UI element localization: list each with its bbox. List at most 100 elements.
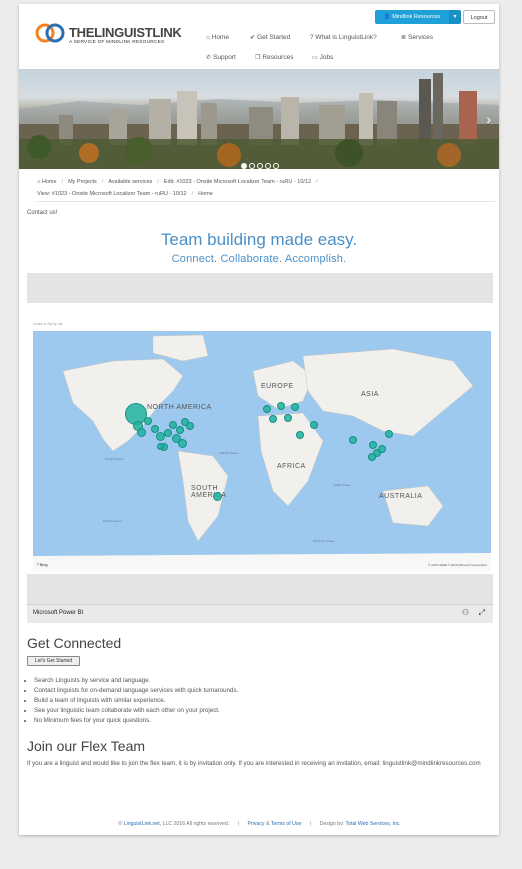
bing-label: Bing (39, 562, 48, 567)
map-bubble[interactable] (178, 439, 187, 448)
city-skyline-image (19, 73, 499, 169)
map-bubble[interactable] (368, 453, 376, 461)
list-icon: ≣ (401, 35, 407, 41)
nav-services-label: Services (408, 34, 433, 41)
map-label: Pacific Ocean (103, 519, 122, 523)
designer-link[interactable]: Total Web Services, Inc (345, 821, 399, 827)
nav-home[interactable]: ⌂ Home (206, 34, 229, 41)
map-bubble[interactable] (157, 443, 164, 450)
nav-support-label: Support (213, 54, 236, 61)
flex-team-text: If you are a linguist and would like to … (27, 760, 481, 767)
powerbi-footer-bar: Microsoft Power BI ⚇ ⤢ (27, 604, 493, 623)
world-landmass (33, 334, 491, 571)
lets-get-started-button[interactable]: Let's Get Started (27, 656, 80, 666)
nav-resources-label: Resources (262, 54, 294, 61)
privacy-link[interactable]: Privacy (248, 821, 265, 827)
share-icon[interactable]: ⚇ (462, 608, 469, 617)
copyright-suffix: , LLC 2016 All rights reserved. (159, 821, 230, 827)
map-bubble[interactable] (137, 428, 146, 437)
nav-home-label: Home (211, 34, 229, 41)
list-item: No Minimum fees for your quick questions… (34, 716, 238, 726)
terms-link[interactable]: Terms of Use (271, 821, 302, 827)
logo-brand: THELINGUISTLINK (69, 25, 182, 40)
carousel-dot[interactable] (249, 163, 255, 169)
list-item: Search Linguists by service and language… (34, 676, 238, 686)
map-label: Pacific Ocean (105, 457, 124, 461)
user-icon: 👤 (383, 14, 391, 20)
logout-button[interactable]: Logout (463, 10, 495, 24)
map-bubble[interactable] (369, 441, 377, 449)
map-label: AUSTRALIA (379, 493, 423, 500)
page-container: THELINGUISTLINK A SERVICE OF MINDLINK RE… (19, 4, 499, 835)
map-label: Southern Ocean (313, 539, 335, 543)
powerbi-footer-spacer (27, 574, 493, 604)
caret-down-icon: ▾ (453, 14, 457, 20)
carousel-indicators (241, 156, 281, 169)
breadcrumb-item[interactable]: Home (42, 179, 57, 185)
map-bubble[interactable] (186, 422, 194, 430)
chevron-right-icon[interactable]: › (486, 111, 491, 127)
breadcrumb-item[interactable]: Available services (108, 179, 152, 185)
breadcrumb: ⌂ Home / My Projects / Available services / Ed… (37, 179, 318, 197)
nav-services[interactable]: ≣ Services (401, 34, 433, 41)
carousel-dot[interactable] (257, 163, 263, 169)
laptop-icon: ▭ (312, 55, 318, 61)
fullscreen-icon[interactable]: ⤢ (479, 608, 485, 618)
breadcrumb-item[interactable]: Edit: #1023 - Onsite Microsoft Localizer… (164, 179, 311, 185)
map-bubble[interactable] (291, 403, 299, 411)
map-label: AFRICA (277, 463, 306, 470)
feature-list: Search Linguists by service and language… (27, 676, 238, 726)
map-label: NORTH AMERICA (147, 404, 212, 411)
map-bubble[interactable] (144, 417, 152, 425)
nav-jobs[interactable]: ▭ Jobs (312, 54, 333, 61)
site-link[interactable]: LinguistLink.net (124, 821, 160, 827)
map-bubble[interactable] (349, 436, 357, 444)
powerbi-title[interactable]: Microsoft Power BI (33, 610, 83, 616)
logo-tagline: A SERVICE OF MINDLINK RESOURCES (69, 40, 165, 45)
map-bubble[interactable] (284, 414, 292, 422)
map-label: EUROPE (261, 383, 294, 390)
breadcrumb-item[interactable]: View: #1023 - Onsite Microsoft Localizer… (37, 191, 187, 197)
mindlink-dropdown-toggle[interactable]: ▾ (449, 10, 461, 24)
book-icon: ❐ (255, 55, 261, 61)
world-map[interactable]: NORTH AMERICA EUROPE ASIA AFRICA SOUTH A… (33, 331, 491, 571)
map-bubble[interactable] (296, 431, 304, 439)
visual-caption: Count of zip by city (33, 322, 63, 326)
carousel-dot[interactable] (241, 163, 247, 169)
design-prefix: Design by: (319, 821, 346, 827)
map-bubble[interactable] (310, 421, 318, 429)
mindlink-label: Mindlink Resources (392, 14, 441, 20)
bing-logo: ᵇ Bing (37, 562, 48, 567)
breadcrumb-item-current: Home (198, 191, 213, 197)
map-bubble[interactable] (378, 445, 386, 453)
flex-team-heading: Join our Flex Team (27, 738, 146, 754)
map-bubble[interactable] (277, 402, 285, 410)
list-item: Contact linguists for on-demand language… (34, 686, 238, 696)
contact-link[interactable]: Contact us! (27, 210, 57, 216)
hero-carousel[interactable]: › (19, 69, 499, 169)
nav-jobs-label: Jobs (319, 54, 334, 61)
nav-what-is[interactable]: ? What is LinguistLink? (310, 34, 377, 41)
map-bubble[interactable] (263, 405, 271, 413)
divider (37, 201, 495, 202)
page-subheadline: Connect. Collaborate. Accomplish. (171, 253, 347, 265)
home-icon: ⌂ (206, 35, 210, 41)
map-bubble[interactable] (385, 430, 393, 438)
nav-support[interactable]: ✆ Support (206, 54, 236, 61)
map-label: ASIA (361, 391, 379, 398)
mindlink-resources-button[interactable]: 👤 Mindlink Resources (375, 10, 449, 24)
map-label: Atlantic Ocean (219, 451, 239, 455)
carousel-dot[interactable] (273, 163, 279, 169)
bing-icon: ᵇ (37, 562, 39, 567)
map-bubble[interactable] (164, 429, 172, 437)
list-item: See your linguistic team collaborate wit… (34, 706, 238, 716)
nav-get-started[interactable]: ✔ Get Started (250, 34, 290, 41)
map-label: Indian Ocean (333, 483, 351, 487)
site-logo[interactable]: THELINGUISTLINK A SERVICE OF MINDLINK RE… (35, 19, 185, 49)
map-bubble[interactable] (213, 492, 222, 501)
nav-resources[interactable]: ❐ Resources (255, 54, 293, 61)
breadcrumb-item[interactable]: My Projects (68, 179, 97, 185)
map-bubble[interactable] (269, 415, 277, 423)
carousel-dot[interactable] (265, 163, 271, 169)
map-bubble[interactable] (176, 426, 184, 434)
